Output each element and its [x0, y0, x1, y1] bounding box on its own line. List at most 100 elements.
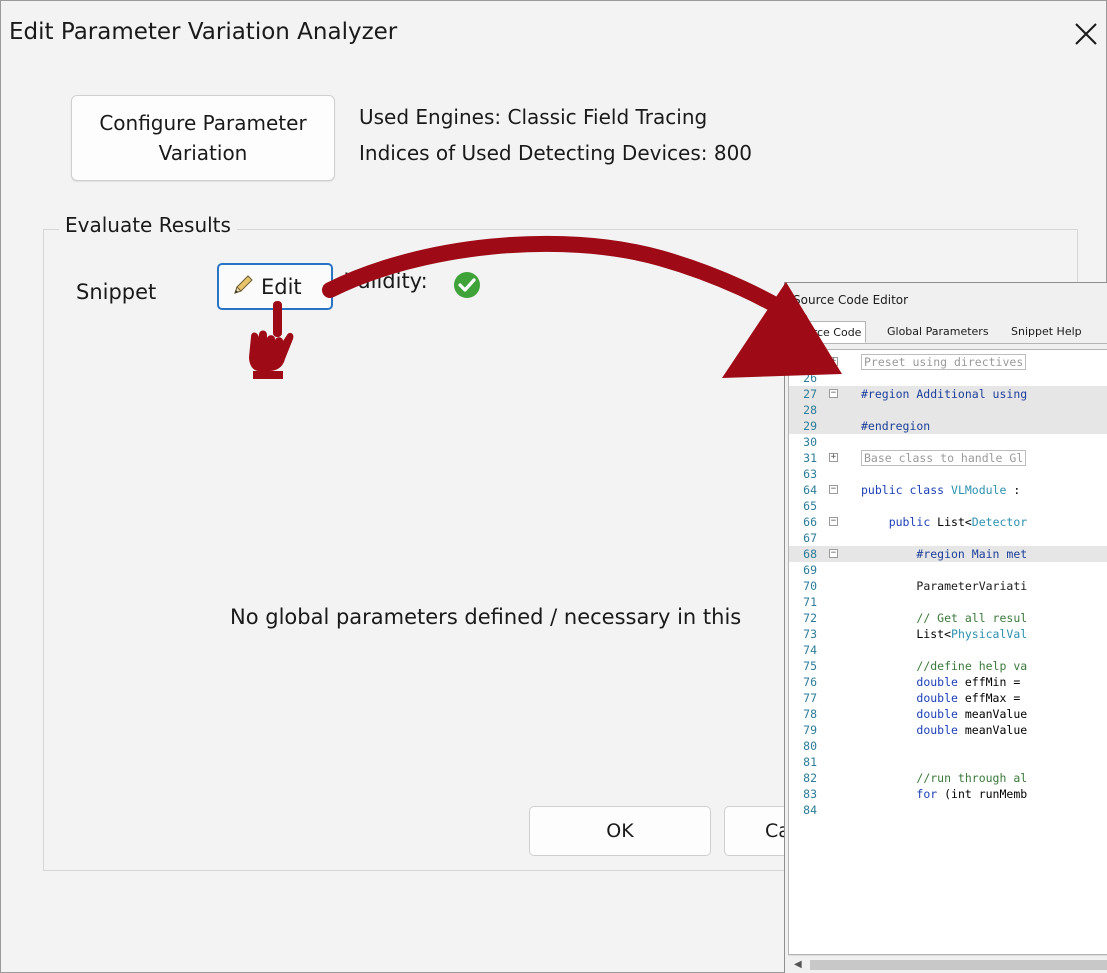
collapse-icon[interactable]: − — [829, 517, 838, 526]
code-text: double effMin = — [916, 675, 1021, 689]
tab-global-parameters[interactable]: Global Parameters — [883, 321, 993, 343]
code-text: //run through al — [916, 771, 1028, 785]
line-number: 81 — [803, 755, 817, 769]
code-line[interactable]: 29 #endregion — [789, 418, 1107, 434]
code-line[interactable]: 84 — [789, 802, 1107, 818]
line-number: 80 — [803, 739, 817, 753]
code-text: #endregion — [861, 419, 931, 433]
code-line[interactable]: 64 − public class VLModule : — [789, 482, 1107, 498]
code-line[interactable]: 73 List<PhysicalVal — [789, 626, 1107, 642]
code-line[interactable]: 26 — [789, 370, 1107, 386]
dialog-title: Edit Parameter Variation Analyzer — [9, 19, 398, 45]
line-number: 71 — [803, 595, 817, 609]
code-text: public List<Detector — [888, 515, 1028, 529]
line-number: 67 — [803, 531, 817, 545]
line-number: 74 — [803, 643, 817, 657]
horizontal-scrollbar[interactable]: ◀ — [788, 955, 1107, 973]
code-line[interactable]: 77 double effMax = — [789, 690, 1107, 706]
line-number: 28 — [803, 403, 817, 417]
line-number: 75 — [803, 659, 817, 673]
code-text: for (int runMemb — [916, 787, 1028, 801]
line-number: 83 — [803, 787, 817, 801]
line-number: 64 — [803, 483, 817, 497]
code-line[interactable]: 76 double effMin = — [789, 674, 1107, 690]
code-editor-area[interactable]: 1 + Preset using directives 26 27 − #region Ad… — [788, 349, 1107, 955]
code-line[interactable]: 71 — [789, 594, 1107, 610]
line-number: 69 — [803, 563, 817, 577]
tab-source-code[interactable]: Source Code — [787, 321, 867, 343]
code-text: #region Main met — [916, 547, 1028, 561]
code-line[interactable]: 81 — [789, 754, 1107, 770]
collapse-icon[interactable]: − — [829, 549, 838, 558]
code-line[interactable]: 82 //run through al — [789, 770, 1107, 786]
line-number: 68 — [803, 547, 817, 561]
code-line[interactable]: 65 — [789, 498, 1107, 514]
tab-snippet-help[interactable]: Snippet Help — [1007, 321, 1086, 343]
collapse-icon[interactable]: − — [829, 485, 838, 494]
code-line[interactable]: 67 — [789, 530, 1107, 546]
line-number: 72 — [803, 611, 817, 625]
line-number: 27 — [803, 387, 817, 401]
expand-icon[interactable]: + — [829, 453, 838, 462]
pencil-icon — [231, 273, 255, 301]
code-line[interactable]: 74 — [789, 642, 1107, 658]
line-number: 78 — [803, 707, 817, 721]
editor-title: Source Code Editor — [793, 293, 909, 307]
code-line[interactable]: 72 // Get all resul — [789, 610, 1107, 626]
line-number: 77 — [803, 691, 817, 705]
code-text: double effMax = — [916, 691, 1021, 705]
scroll-thumb[interactable] — [810, 960, 1107, 970]
code-line[interactable]: 68 − #region Main met — [789, 546, 1107, 562]
code-line[interactable]: 28 — [789, 402, 1107, 418]
code-line[interactable]: 31 + Base class to handle Gl — [789, 450, 1107, 466]
snippet-label: Snippet — [76, 280, 157, 304]
scroll-left-icon[interactable]: ◀ — [794, 959, 802, 970]
ok-button[interactable]: OK — [529, 806, 711, 856]
line-number: 30 — [803, 435, 817, 449]
line-number: 66 — [803, 515, 817, 529]
code-text: public class VLModule : — [861, 483, 1021, 497]
line-number: 76 — [803, 675, 817, 689]
code-line[interactable]: 63 — [789, 466, 1107, 482]
code-line[interactable]: 70 ParameterVariati — [789, 578, 1107, 594]
code-text: ParameterVariati — [916, 579, 1028, 593]
code-line[interactable]: 1 + Preset using directives — [789, 354, 1107, 370]
configure-parameter-variation-button[interactable]: Configure Parameter Variation — [71, 95, 335, 181]
line-number: 84 — [803, 803, 817, 817]
code-line[interactable]: 80 — [789, 738, 1107, 754]
code-text: //define help va — [916, 659, 1028, 673]
validity-label: Validity: — [345, 269, 428, 293]
code-line[interactable]: 66 − public List<Detector — [789, 514, 1107, 530]
line-number: 26 — [803, 371, 817, 385]
line-number: 29 — [803, 419, 817, 433]
code-text: // Get all resul — [916, 611, 1028, 625]
code-text: Base class to handle Gl — [861, 450, 1027, 466]
code-line[interactable]: 30 — [789, 434, 1107, 450]
edit-button-label: Edit — [261, 274, 302, 299]
line-number: 31 — [803, 451, 817, 465]
pointing-hand-icon — [245, 301, 301, 385]
close-icon[interactable] — [1069, 15, 1103, 51]
code-line[interactable]: 27 − #region Additional using — [789, 386, 1107, 402]
code-line[interactable]: 78 double meanValue — [789, 706, 1107, 722]
code-text: Preset using directives — [861, 354, 1027, 370]
line-number: 63 — [803, 467, 817, 481]
expand-icon[interactable]: + — [829, 357, 838, 366]
evaluate-results-label: Evaluate Results — [59, 213, 237, 237]
code-line[interactable]: 75 //define help va — [789, 658, 1107, 674]
code-line[interactable]: 83 for (int runMemb — [789, 786, 1107, 802]
check-circle-icon — [453, 271, 481, 303]
code-text: #region Additional using — [861, 387, 1028, 401]
code-text: double meanValue — [916, 723, 1028, 737]
line-number: 70 — [803, 579, 817, 593]
code-line[interactable]: 79 double meanValue — [789, 722, 1107, 738]
line-number: 1 — [810, 355, 817, 369]
code-line[interactable]: 69 — [789, 562, 1107, 578]
collapse-icon[interactable]: − — [829, 389, 838, 398]
editor-tabs: Source Code Global Parameters Snippet He… — [785, 321, 1107, 344]
line-number: 79 — [803, 723, 817, 737]
source-code-editor-window: Source Code Editor Source Code Global Pa… — [784, 282, 1107, 973]
no-params-message: No global parameters defined / necessary… — [230, 605, 742, 629]
code-text: double meanValue — [916, 707, 1028, 721]
code-text: List<PhysicalVal — [861, 627, 1028, 641]
